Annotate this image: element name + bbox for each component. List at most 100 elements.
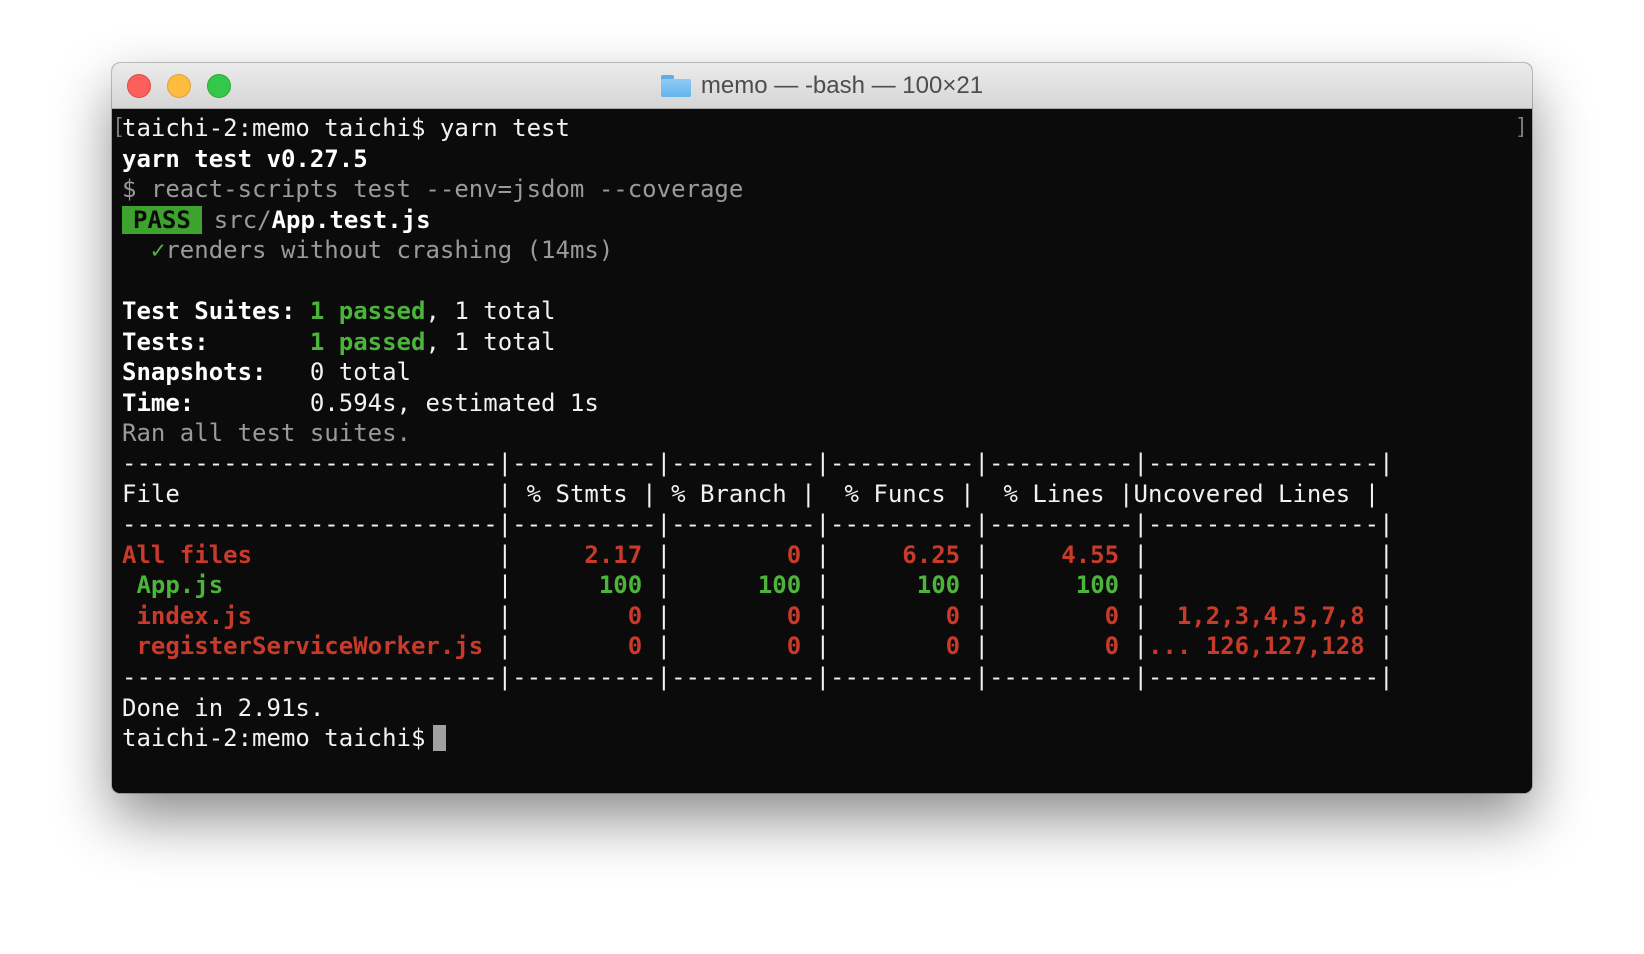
header-funcs: % Funcs | <box>815 480 975 508</box>
column-separator <box>989 541 1061 569</box>
test-result-line: PASS src/App.test.js <box>122 205 431 235</box>
text-cursor <box>433 725 447 751</box>
command: yarn test <box>439 114 570 142</box>
cell-lines: 0 <box>1104 632 1120 660</box>
column-separator <box>830 571 917 599</box>
column-separator <box>830 602 946 630</box>
command-line: taichi-2:memo taichi$ yarn test <box>122 113 570 143</box>
column-separator: | <box>960 571 990 599</box>
window-title: memo — -bash — 100×21 <box>700 71 984 99</box>
header-stmts: % Stmts | <box>512 480 657 508</box>
column-separator: | <box>960 541 989 569</box>
cell-funcs: 6.25 <box>902 541 961 569</box>
cell-branch: 0 <box>786 541 802 569</box>
cell-stmts: 100 <box>598 571 643 599</box>
checkmark-icon: ✓ <box>150 236 166 264</box>
test-file-dir: src/ <box>213 206 272 234</box>
column-separator <box>989 632 1105 660</box>
column-separator: | <box>252 602 513 630</box>
title-container: memo — -bash — 100×21 <box>112 63 1532 108</box>
coverage-separator-mid: --------------------------|----------|--… <box>122 510 1394 538</box>
column-separator: | <box>1364 632 1394 660</box>
cell-funcs: 100 <box>916 571 961 599</box>
test-case-name: renders without crashing (14ms) <box>165 236 614 264</box>
column-separator: | <box>1119 602 1148 630</box>
summary-time: Time: 0.594s, estimated 1s <box>122 388 599 418</box>
terminal-output[interactable]: [ ] taichi-2:memo taichi$ yarn test yarn… <box>112 109 1532 793</box>
column-separator <box>1148 541 1365 569</box>
column-separator <box>512 602 628 630</box>
cell-file: registerServiceWorker.js <box>122 632 484 660</box>
column-separator: | <box>1364 571 1394 599</box>
cell-uncovered: ... 126,127,128 <box>1147 632 1365 660</box>
cell-lines: 0 <box>1104 602 1120 630</box>
test-case-line: ✓renders without crashing (14ms) <box>122 235 613 265</box>
column-separator: | <box>1119 571 1149 599</box>
snapshots-value: 0 total <box>309 358 412 386</box>
cell-file: index.js <box>122 602 253 630</box>
cell-file: All files <box>122 541 253 569</box>
column-separator: | <box>642 632 672 660</box>
summary-suites: Test Suites: 1 passed, 1 total <box>122 296 555 326</box>
snapshots-label: Snapshots: <box>122 358 267 386</box>
title-bar[interactable]: memo — -bash — 100×21 <box>112 63 1532 109</box>
column-separator: | <box>252 541 513 569</box>
column-separator: | <box>801 602 831 630</box>
yarn-header: yarn test v0.27.5 <box>122 145 368 173</box>
column-separator: | <box>1364 602 1394 630</box>
column-separator <box>1148 602 1177 630</box>
header-file: File | <box>122 480 513 508</box>
column-separator <box>989 602 1105 630</box>
column-separator <box>989 571 1076 599</box>
column-separator <box>671 632 787 660</box>
done-line: Done in 2.91s. <box>122 694 325 722</box>
coverage-separator-top: --------------------------|----------|--… <box>122 449 1394 477</box>
coverage-row: registerServiceWorker.js | 0 | 0 | 0 | 0… <box>122 631 1394 661</box>
coverage-row: App.js | 100 | 100 | 100 | 100 | | <box>122 570 1394 600</box>
cell-stmts: 2.17 <box>584 541 643 569</box>
column-separator: | <box>960 602 989 630</box>
cell-branch: 0 <box>786 632 802 660</box>
header-uncovered: Uncovered Lines | <box>1133 480 1380 508</box>
tests-label: Tests: <box>122 328 209 356</box>
coverage-header-row: File | % Stmts | % Branch | % Funcs | % … <box>122 479 1379 509</box>
column-separator <box>830 632 946 660</box>
column-separator: | <box>1119 541 1148 569</box>
ran-all-line: Ran all test suites. <box>122 419 411 447</box>
final-prompt-line[interactable]: taichi-2:memo taichi$ <box>122 723 447 753</box>
time-label: Time: <box>122 389 195 417</box>
cell-stmts: 0 <box>627 632 643 660</box>
script-command: $ react-scripts test --env=jsdom --cover… <box>122 175 744 203</box>
column-separator: | <box>642 602 672 630</box>
column-separator: | <box>483 632 513 660</box>
column-separator <box>671 571 758 599</box>
suites-label: Test Suites: <box>122 297 296 325</box>
cell-funcs: 0 <box>945 602 961 630</box>
terminal-window: memo — -bash — 100×21 [ ] taichi-2:memo … <box>112 63 1532 793</box>
column-separator: | <box>1364 541 1394 569</box>
column-separator <box>830 541 902 569</box>
coverage-row: index.js | 0 | 0 | 0 | 0 | 1,2,3,4,5,7,8… <box>122 601 1394 631</box>
suites-passed: 1 passed <box>309 297 426 325</box>
column-separator: | <box>1119 632 1148 660</box>
column-separator: | <box>801 632 831 660</box>
cell-lines: 4.55 <box>1061 541 1120 569</box>
cell-funcs: 0 <box>945 632 961 660</box>
cell-branch: 0 <box>786 602 802 630</box>
tests-passed: 1 passed <box>309 328 426 356</box>
final-prompt: taichi-2:memo taichi$ <box>122 724 426 752</box>
cell-uncovered: 1,2,3,4,5,7,8 <box>1176 602 1365 630</box>
column-separator: | <box>223 571 513 599</box>
tests-total: , 1 total <box>425 328 556 356</box>
suites-total: , 1 total <box>425 297 556 325</box>
test-file-name: App.test.js <box>271 206 431 234</box>
coverage-separator-bottom: --------------------------|----------|--… <box>122 663 1394 691</box>
cell-lines: 100 <box>1075 571 1120 599</box>
column-separator <box>671 541 787 569</box>
column-separator: | <box>642 571 672 599</box>
mark-bracket-right: ] <box>1514 115 1528 140</box>
coverage-row: All files | 2.17 | 0 | 6.25 | 4.55 | | <box>122 540 1394 570</box>
header-lines: % Lines | <box>974 480 1134 508</box>
column-separator: | <box>642 541 672 569</box>
folder-icon <box>660 74 691 97</box>
